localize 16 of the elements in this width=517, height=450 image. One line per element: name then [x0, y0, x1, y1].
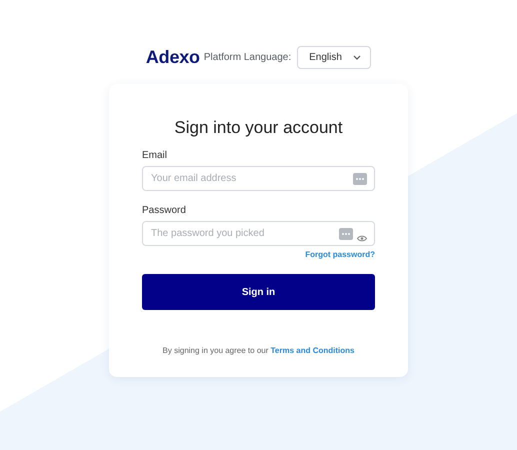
language-select[interactable]: English — [297, 46, 372, 69]
sign-in-button[interactable]: Sign in — [142, 274, 375, 310]
chevron-down-icon — [353, 55, 362, 60]
password-manager-icon[interactable] — [353, 172, 367, 184]
eye-icon[interactable] — [357, 235, 367, 242]
terms-notice: By signing in you agree to our Terms and Conditions — [162, 346, 356, 355]
forgot-password-link[interactable]: Forgot password? — [305, 250, 375, 259]
field-label: Email — [142, 150, 168, 161]
input-field[interactable]: Your email address — [142, 166, 375, 191]
logo: Adexo — [146, 47, 200, 68]
input-field[interactable]: The password you picked — [142, 221, 375, 246]
password-manager-icon[interactable] — [339, 228, 353, 240]
language-label: Platform Language: — [204, 52, 292, 63]
terms-link[interactable]: Terms and Conditions — [270, 346, 354, 355]
field-label: Password — [142, 205, 186, 216]
card-title: Sign into your account — [173, 118, 344, 138]
